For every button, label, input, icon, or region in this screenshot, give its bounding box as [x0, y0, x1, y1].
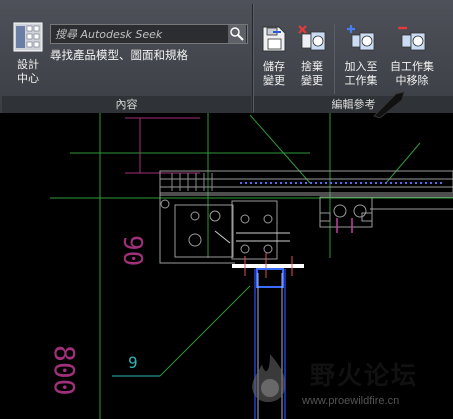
- edit-reference-panel-title[interactable]: 編輯參考: [254, 96, 453, 113]
- content-panel-title-text: 內容: [115, 98, 138, 111]
- dimension-800: 800: [48, 345, 81, 396]
- discard-changes-icon: [298, 25, 326, 51]
- dimension-9: 9: [112, 353, 160, 377]
- hatch-row: [240, 181, 445, 184]
- add-to-working-set-button[interactable]: 加入至 工作集: [338, 24, 384, 94]
- remove-from-working-set-label-2: 中移除: [395, 74, 429, 87]
- watermark-flame-logo: [252, 354, 286, 403]
- remove-from-working-set-icon: [398, 26, 426, 51]
- panel-separator: [334, 24, 335, 94]
- dimension-90: 90: [117, 117, 200, 266]
- save-changes-button[interactable]: 儲存 變更: [255, 24, 293, 94]
- save-changes-icon: [262, 26, 286, 52]
- watermark-text: 野火论坛: [310, 361, 419, 390]
- dimension-90-text: 90: [117, 235, 147, 266]
- design-center-label-1: 設計: [17, 58, 39, 71]
- design-center-icon: [13, 22, 43, 52]
- add-to-working-set-label-1: 加入至: [344, 60, 378, 73]
- search-icon[interactable]: [228, 25, 246, 43]
- seek-search-input[interactable]: [51, 25, 227, 43]
- remove-from-working-set-label-1: 自工作集: [390, 60, 434, 73]
- watermark-url: www.proewildfire.cn: [302, 395, 400, 407]
- marker-lines: [336, 218, 353, 233]
- save-changes-label-2: 變更: [263, 74, 285, 87]
- dimension-9-text: 9: [128, 353, 138, 372]
- dimension-800-text: 800: [48, 345, 81, 396]
- content-panel-title[interactable]: 內容: [2, 96, 251, 113]
- design-center-button[interactable]: 設計 中心: [8, 22, 48, 94]
- save-changes-label-1: 儲存: [263, 60, 285, 73]
- assembly-outline: [159, 170, 453, 264]
- discard-changes-label-1: 捨棄: [301, 60, 323, 73]
- seek-search-box[interactable]: [50, 24, 248, 44]
- discard-changes-button[interactable]: 捨棄 變更: [294, 24, 330, 94]
- design-center-label-2: 中心: [17, 72, 39, 85]
- seek-caption[interactable]: 尋找產品模型、圖面和規格: [50, 47, 188, 63]
- base-plate: [232, 253, 304, 278]
- add-to-working-set-icon: [347, 25, 375, 51]
- remove-from-working-set-button[interactable]: 自工作集 中移除: [387, 24, 437, 94]
- add-to-working-set-label-2: 工作集: [344, 74, 378, 87]
- edit-reference-panel-title-text: 編輯參考: [331, 98, 376, 111]
- discard-changes-label-2: 變更: [301, 74, 323, 87]
